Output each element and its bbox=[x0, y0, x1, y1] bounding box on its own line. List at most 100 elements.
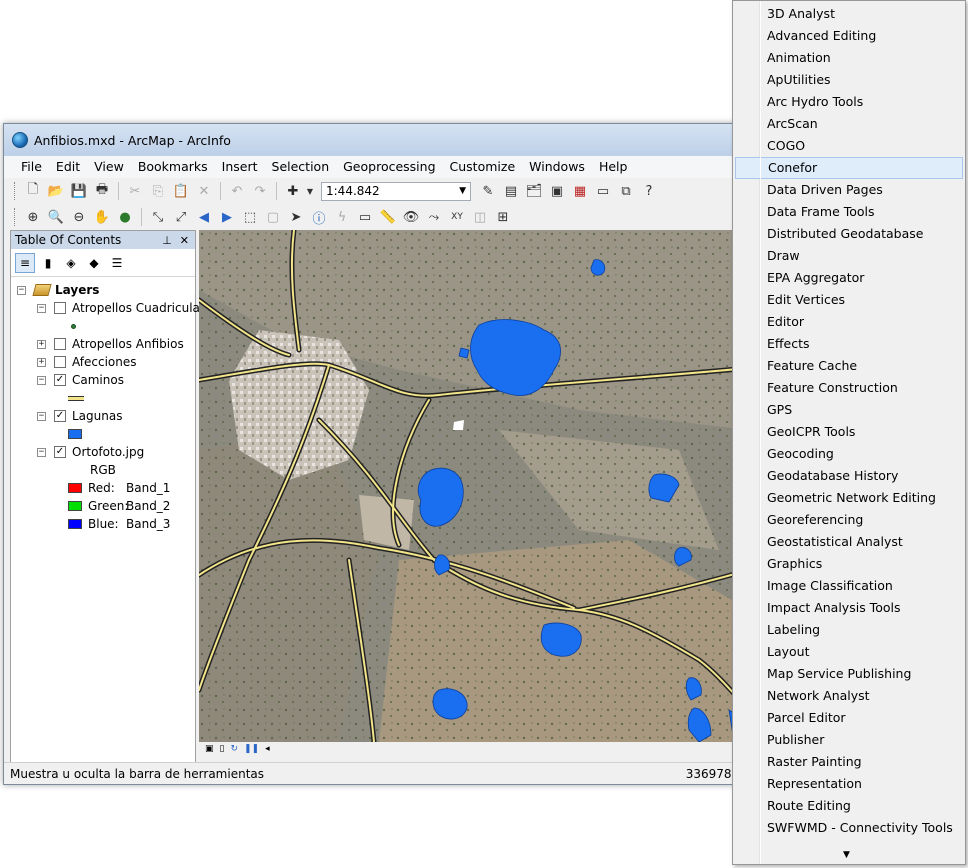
menu-item-3d-analyst[interactable]: 3D Analyst bbox=[735, 3, 963, 25]
menu-item-epa-aggregator[interactable]: EPA Aggregator bbox=[735, 267, 963, 289]
add-data-dropdown-icon[interactable]: ▼ bbox=[306, 181, 314, 201]
menu-item-editor[interactable]: Editor bbox=[735, 311, 963, 333]
map-display[interactable] bbox=[199, 230, 747, 742]
viewer-window-icon[interactable]: ⊞ bbox=[493, 207, 513, 227]
go-forward-icon[interactable]: ▶ bbox=[217, 207, 237, 227]
menu-item-image-classification[interactable]: Image Classification bbox=[735, 575, 963, 597]
layer-caminos[interactable]: − ✓ Caminos bbox=[37, 371, 124, 389]
menu-bookmarks[interactable]: Bookmarks bbox=[131, 156, 215, 178]
menu-item-edit-vertices[interactable]: Edit Vertices bbox=[735, 289, 963, 311]
layer-lagunas[interactable]: − ✓ Lagunas bbox=[37, 407, 122, 425]
expand-icon[interactable]: + bbox=[37, 339, 46, 349]
editor-toolbar-icon[interactable]: ✎ bbox=[478, 181, 498, 201]
band-blue-row[interactable]: Blue: Band_3 bbox=[68, 515, 170, 533]
select-features-icon[interactable]: ⬚ bbox=[240, 207, 260, 227]
menu-item-swfwmd-connectivity-tools[interactable]: SWFWMD - Connectivity Tools bbox=[735, 817, 963, 839]
menu-item-advanced-editing[interactable]: Advanced Editing bbox=[735, 25, 963, 47]
fixed-zoom-out-icon[interactable]: ⤢ bbox=[171, 207, 191, 227]
scroll-left-icon[interactable]: ◂ bbox=[265, 744, 270, 754]
menu-item-draw[interactable]: Draw bbox=[735, 245, 963, 267]
zoom-out-icon[interactable]: ⊖ bbox=[69, 207, 89, 227]
collapse-icon[interactable]: − bbox=[37, 447, 46, 457]
scroll-down-icon[interactable]: ▼ bbox=[843, 850, 850, 860]
menu-item-georeferencing[interactable]: Georeferencing bbox=[735, 509, 963, 531]
menu-item-geoicpr-tools[interactable]: GeoICPR Tools bbox=[735, 421, 963, 443]
collapse-icon[interactable]: − bbox=[17, 285, 26, 295]
map-scale-combo[interactable]: 1:44.842 ▼ bbox=[321, 181, 471, 201]
clear-selection-icon[interactable]: ▢ bbox=[263, 207, 283, 227]
identify-icon[interactable]: ⓘ bbox=[309, 207, 329, 227]
list-by-source-icon[interactable]: ▮ bbox=[38, 253, 58, 273]
menu-view[interactable]: View bbox=[87, 156, 131, 178]
menu-item-data-driven-pages[interactable]: Data Driven Pages bbox=[735, 179, 963, 201]
menu-item-arcscan[interactable]: ArcScan bbox=[735, 113, 963, 135]
toc-options-icon[interactable]: ☰ bbox=[107, 253, 127, 273]
menu-file[interactable]: File bbox=[14, 156, 49, 178]
menu-item-animation[interactable]: Animation bbox=[735, 47, 963, 69]
menu-item-route-editing[interactable]: Route Editing bbox=[735, 795, 963, 817]
full-extent-globe-icon[interactable]: ● bbox=[115, 207, 135, 227]
menu-windows[interactable]: Windows bbox=[522, 156, 592, 178]
fixed-zoom-in-icon[interactable]: ⤡ bbox=[148, 207, 168, 227]
collapse-icon[interactable]: − bbox=[37, 375, 46, 385]
list-by-drawing-order-icon[interactable]: ≡ bbox=[15, 252, 35, 273]
menu-item-effects[interactable]: Effects bbox=[735, 333, 963, 355]
menu-item-cogo[interactable]: COGO bbox=[735, 135, 963, 157]
chevron-down-icon[interactable]: ▼ bbox=[459, 186, 466, 196]
menu-item-map-service-publishing[interactable]: Map Service Publishing bbox=[735, 663, 963, 685]
add-data-icon[interactable]: ✚ bbox=[283, 181, 303, 201]
print-icon[interactable]: 🖶 bbox=[92, 181, 112, 201]
catalog-window-icon[interactable]: 🗂 bbox=[524, 181, 544, 201]
pin-icon[interactable]: ⊥ bbox=[162, 234, 172, 247]
zoom-in-icon[interactable]: ⊕ bbox=[23, 207, 43, 227]
menu-item-graphics[interactable]: Graphics bbox=[735, 553, 963, 575]
menu-edit[interactable]: Edit bbox=[49, 156, 87, 178]
menu-item-feature-construction[interactable]: Feature Construction bbox=[735, 377, 963, 399]
layout-view-icon[interactable]: ▯ bbox=[220, 744, 225, 754]
toolbar-grip[interactable] bbox=[14, 182, 17, 200]
zoom-in-magnifier-icon[interactable]: 🔍 bbox=[46, 207, 66, 227]
menu-geoprocessing[interactable]: Geoprocessing bbox=[336, 156, 442, 178]
layer-visibility-checkbox[interactable] bbox=[54, 338, 66, 350]
menu-item-data-frame-tools[interactable]: Data Frame Tools bbox=[735, 201, 963, 223]
menu-item-publisher[interactable]: Publisher bbox=[735, 729, 963, 751]
menu-item-representation[interactable]: Representation bbox=[735, 773, 963, 795]
layer-visibility-checkbox[interactable] bbox=[54, 302, 66, 314]
hyperlink-icon[interactable]: ϟ bbox=[332, 207, 352, 227]
refresh-icon[interactable]: ↻ bbox=[230, 744, 238, 754]
layer-afecciones[interactable]: + Afecciones bbox=[37, 353, 137, 371]
road-line-symbol[interactable] bbox=[68, 389, 84, 407]
close-icon[interactable]: ✕ bbox=[180, 234, 189, 247]
toolbar-grip[interactable] bbox=[14, 208, 17, 226]
pan-hand-icon[interactable]: ✋ bbox=[92, 207, 112, 227]
layer-visibility-checkbox-checked[interactable]: ✓ bbox=[54, 374, 66, 386]
band-green-row[interactable]: Green: Band_2 bbox=[68, 497, 170, 515]
layer-visibility-checkbox-checked[interactable]: ✓ bbox=[54, 410, 66, 422]
whats-this-icon[interactable]: ? bbox=[639, 181, 659, 201]
find-route-icon[interactable]: ⤳ bbox=[424, 207, 444, 227]
cut-icon[interactable]: ✂ bbox=[125, 181, 145, 201]
menu-insert[interactable]: Insert bbox=[215, 156, 265, 178]
go-to-xy-icon[interactable]: XY bbox=[447, 207, 467, 227]
search-window-icon[interactable]: ▣ bbox=[547, 181, 567, 201]
html-popup-icon[interactable]: ▭ bbox=[355, 207, 375, 227]
redo-icon[interactable]: ↷ bbox=[250, 181, 270, 201]
menu-item-feature-cache[interactable]: Feature Cache bbox=[735, 355, 963, 377]
menu-help[interactable]: Help bbox=[592, 156, 635, 178]
select-elements-arrow-icon[interactable]: ➤ bbox=[286, 207, 306, 227]
pause-drawing-icon[interactable]: ❚❚ bbox=[244, 744, 259, 754]
menu-selection[interactable]: Selection bbox=[265, 156, 337, 178]
menu-item-parcel-editor[interactable]: Parcel Editor bbox=[735, 707, 963, 729]
collapse-icon[interactable]: − bbox=[37, 411, 46, 421]
menu-item-network-analyst[interactable]: Network Analyst bbox=[735, 685, 963, 707]
band-red-row[interactable]: Red: Band_1 bbox=[68, 479, 170, 497]
menu-item-impact-analysis-tools[interactable]: Impact Analysis Tools bbox=[735, 597, 963, 619]
copy-icon[interactable]: ⎘ bbox=[148, 181, 168, 201]
modelbuilder-icon[interactable]: ⧉ bbox=[616, 181, 636, 201]
lagoon-fill-symbol[interactable] bbox=[68, 425, 82, 443]
expand-icon[interactable]: + bbox=[37, 357, 46, 367]
menu-customize[interactable]: Customize bbox=[443, 156, 523, 178]
save-icon[interactable]: 💾 bbox=[69, 181, 89, 201]
collapse-icon[interactable]: − bbox=[37, 303, 46, 313]
menu-item-geostatistical-analyst[interactable]: Geostatistical Analyst bbox=[735, 531, 963, 553]
